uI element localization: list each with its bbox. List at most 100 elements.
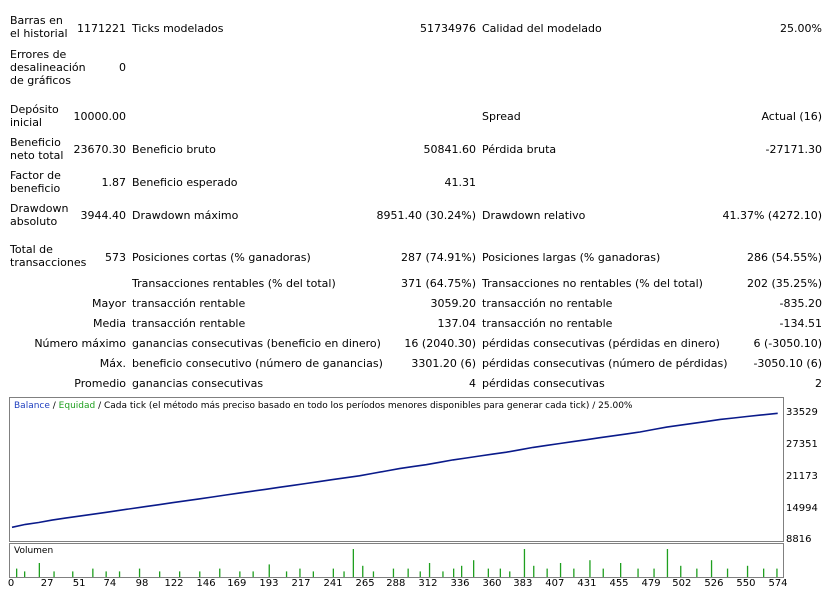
gross-profit-value: 50841.60 <box>423 143 477 156</box>
volume-bar <box>473 560 475 577</box>
legend-sep: / <box>49 401 59 411</box>
volume-bar <box>533 565 535 577</box>
average-loss-value: -134.51 <box>779 317 822 330</box>
average-prefix: Media <box>92 317 126 330</box>
x-tick-label: 407 <box>545 578 565 589</box>
volume-bar <box>546 568 548 577</box>
volume-bar <box>179 571 181 577</box>
total-trades-value: 573 <box>105 251 126 264</box>
x-tick-label: 51 <box>72 578 86 589</box>
x-tick-label: 0 <box>7 578 15 589</box>
quality-value: 25.00% <box>780 22 822 35</box>
volume-bar <box>442 571 444 577</box>
expected-payoff-value: 41.31 <box>444 176 477 189</box>
volume-bar <box>696 568 698 577</box>
volume-bar <box>105 571 107 577</box>
loss-trades-value: 202 (35.25%) <box>746 277 822 290</box>
x-tick-label: 288 <box>386 578 406 589</box>
abs-drawdown-label: Drawdown absoluto <box>10 202 69 228</box>
legend-balance: Balance <box>14 401 50 411</box>
deposit-value: 10000.00 <box>73 110 127 123</box>
max-amount-prefix: Máx. <box>99 357 126 370</box>
volume-bar <box>509 571 511 577</box>
x-tick-label: 122 <box>164 578 184 589</box>
avg-consec-wins-value: 4 <box>469 377 476 390</box>
x-tick-label: 217 <box>291 578 311 589</box>
volume-bar <box>24 571 26 577</box>
volume-bar <box>159 571 161 577</box>
x-tick-label: 479 <box>641 578 661 589</box>
legend-description: / Cada tick (el método más preciso basad… <box>95 401 633 411</box>
average-loss-label: transacción no rentable <box>482 317 613 330</box>
x-tick-label: 360 <box>482 578 502 589</box>
x-tick-label: 526 <box>704 578 724 589</box>
profit-factor-value: 1.87 <box>101 176 127 189</box>
spread-value: Actual (16) <box>761 110 822 123</box>
volume-bar <box>419 571 421 577</box>
volume-bar <box>726 568 729 577</box>
volume-chart: Volumen <box>9 543 784 578</box>
volume-bar <box>637 568 639 577</box>
x-tick-label: 27 <box>40 578 54 589</box>
x-tick-label: 241 <box>323 578 343 589</box>
balance-chart: Balance / Equidad / Cada tick (el método… <box>9 397 784 542</box>
abs-drawdown-value: 3944.40 <box>80 209 127 222</box>
deposit-label: Depósito inicial <box>10 103 59 129</box>
y-tick-label: 27351 <box>786 439 818 450</box>
max-consec-profit-value: 3301.20 (6) <box>411 357 476 370</box>
y-tick-label: 21173 <box>786 471 818 482</box>
volume-bar <box>343 571 345 577</box>
volume-bar <box>53 571 55 577</box>
volume-bar <box>499 568 501 577</box>
largest-loss-value: -835.20 <box>779 297 822 310</box>
largest-profit-label: transacción rentable <box>132 297 246 310</box>
avg-consec-prefix: Promedio <box>74 377 126 390</box>
largest-loss-label: transacción no rentable <box>482 297 613 310</box>
volume-bar <box>312 571 314 577</box>
largest-profit-value: 3059.20 <box>430 297 477 310</box>
volume-bar <box>285 571 288 577</box>
chart-legend: Balance / Equidad / Cada tick (el método… <box>14 401 632 412</box>
volume-bar <box>299 568 301 577</box>
volume-bar <box>199 571 201 577</box>
avg-consec-losses-label: pérdidas consecutivas <box>482 377 605 390</box>
average-profit-value: 137.04 <box>437 317 477 330</box>
volume-bar <box>38 563 40 577</box>
volume-bar <box>392 568 395 577</box>
ticks-value: 51734976 <box>420 22 476 35</box>
volume-bar <box>666 549 669 577</box>
rel-drawdown-value: 41.37% (4272.10) <box>722 209 822 222</box>
max-consec-losses-value: 6 (-3050.10) <box>753 337 822 350</box>
errors-value: 0 <box>119 61 126 74</box>
net-profit-value: 23670.30 <box>73 143 127 156</box>
volume-bar <box>372 571 375 577</box>
bars-value: 1171221 <box>77 22 126 35</box>
x-tick-label: 336 <box>450 578 470 589</box>
balance-chart-svg <box>11 412 778 529</box>
average-profit-label: transacción rentable <box>132 317 246 330</box>
volume-label: Volumen <box>14 546 54 556</box>
profit-trades-value: 371 (64.75%) <box>400 277 476 290</box>
balance-line <box>11 412 778 529</box>
max-consec-loss-value: -3050.10 (6) <box>753 357 822 370</box>
volume-bar <box>461 565 463 577</box>
x-tick-label: 146 <box>196 578 216 589</box>
max-count-prefix: Número máximo <box>34 337 126 350</box>
volume-bar <box>653 568 655 577</box>
gross-loss-label: Pérdida bruta <box>482 143 557 156</box>
x-tick-label: 550 <box>736 578 756 589</box>
max-consec-wins-value: 16 (2040.30) <box>404 337 476 350</box>
volume-bar <box>559 563 562 577</box>
rel-drawdown-label: Drawdown relativo <box>482 209 586 222</box>
long-positions-value: 286 (54.55%) <box>746 251 822 264</box>
y-tick-label: 33529 <box>786 407 818 418</box>
x-tick-label: 98 <box>135 578 149 589</box>
volume-bar <box>252 571 254 577</box>
gross-profit-label: Beneficio bruto <box>132 143 216 156</box>
x-tick-label: 169 <box>227 578 247 589</box>
long-positions-label: Posiciones largas (% ganadoras) <box>482 251 661 264</box>
volume-bar <box>239 571 241 577</box>
volume-bar <box>219 568 221 577</box>
volume-bar <box>362 565 364 577</box>
expected-payoff-label: Beneficio esperado <box>132 176 238 189</box>
